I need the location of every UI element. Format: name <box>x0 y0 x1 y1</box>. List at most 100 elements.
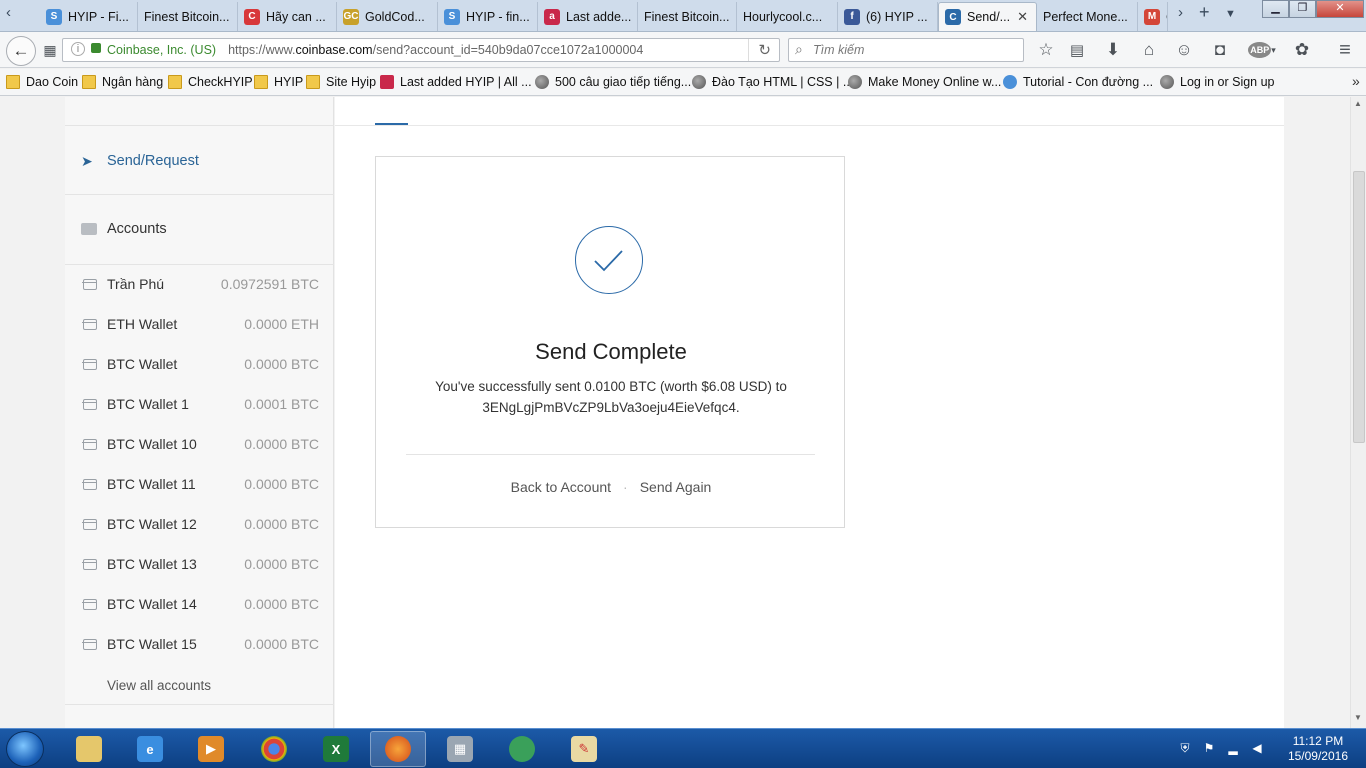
bookmark-item[interactable]: 500 câu giao tiếp tiếng... <box>535 75 691 89</box>
pocket-icon[interactable]: ◘ <box>1208 38 1232 62</box>
bookmark-item[interactable]: Last added HYIP | All ... <box>380 75 532 89</box>
card-divider <box>406 454 815 455</box>
wallet-icon <box>82 598 97 610</box>
wallet-icon <box>82 558 97 570</box>
bookmark-item[interactable]: Dao Coin <box>6 75 78 89</box>
bookmark-item[interactable]: Đào Tạo HTML | CSS | ... <box>692 75 853 89</box>
account-row[interactable]: BTC Wallet 13 0.0000 BTC <box>65 554 334 574</box>
shield-tray-icon[interactable]: ⛨ <box>1178 741 1192 755</box>
reload-icon[interactable]: ↻ <box>758 41 771 59</box>
restore-icon[interactable]: ❐ <box>1289 0 1316 18</box>
bookmark-item[interactable]: Make Money Online w... <box>848 75 1001 89</box>
calculator-taskbar-icon[interactable]: ▦ <box>432 731 488 767</box>
account-row[interactable]: BTC Wallet 11 0.0000 BTC <box>65 474 334 494</box>
all-tabs-chevron-icon[interactable]: ▼ <box>1225 8 1236 20</box>
scrollbar-thumb[interactable] <box>1353 171 1365 443</box>
tab-scroll-right-icon[interactable]: › <box>1178 4 1183 21</box>
bookmark-label: Đào Tạo HTML | CSS | ... <box>712 75 854 89</box>
back-to-account-link[interactable]: Back to Account <box>511 479 611 495</box>
tab-close-icon[interactable]: ✕ <box>1017 9 1028 25</box>
chat-icon[interactable]: ☺ <box>1172 38 1196 62</box>
media-player-taskbar-icon[interactable]: ▶ <box>183 731 239 767</box>
account-balance: 0.0000 BTC <box>244 476 319 492</box>
bookmark-label: Dao Coin <box>26 75 79 89</box>
url-text[interactable]: https://www.coinbase.com/send?account_id… <box>228 43 643 57</box>
bookmark-item[interactable]: HYIP <box>254 75 303 89</box>
browser-tab[interactable]: Perfect Mone... <box>1037 2 1138 31</box>
account-row[interactable]: ETH Wallet 0.0000 ETH <box>65 314 334 334</box>
browser-tab[interactable]: Hourlycool.c... <box>737 2 838 31</box>
browser-tab[interactable]: MC <box>1138 2 1168 31</box>
excel-taskbar-icon[interactable]: X <box>308 731 364 767</box>
account-balance: 0.0000 BTC <box>244 516 319 532</box>
paint-taskbar-icon[interactable]: ✎ <box>556 731 612 767</box>
page-content: ➤ Send/Request Accounts Trần Phú 0.097259… <box>0 97 1350 728</box>
taskbar-clock[interactable]: 11:12 PM 15/09/2016 <box>1288 734 1348 764</box>
browser-tab[interactable]: Finest Bitcoin... <box>138 2 238 31</box>
minimize-icon[interactable]: ▁ <box>1262 0 1289 18</box>
bookmark-item[interactable]: Ngân hàng <box>82 75 163 89</box>
browser-tab-label: (6) HYIP ... <box>866 9 928 24</box>
firefox-taskbar-icon[interactable] <box>370 731 426 767</box>
search-input[interactable]: ⌕ Tìm kiếm <box>788 38 1024 62</box>
browser-tab-label: Last adde... <box>566 9 632 24</box>
browser-tab[interactable]: C Hãy can ... <box>238 2 337 31</box>
page-scrollbar[interactable]: ▲ ▼ <box>1350 97 1366 728</box>
browser-tab[interactable]: a Last adde... <box>538 2 638 31</box>
sidebar-item-send-request[interactable]: ➤ Send/Request <box>65 141 334 181</box>
reading-list-icon[interactable]: ▤ <box>1065 38 1089 62</box>
extension-icon[interactable]: ✿ <box>1290 38 1314 62</box>
address-bar[interactable]: i Coinbase, Inc. (US) https://www.coinba… <box>62 38 780 62</box>
bookmark-star-icon[interactable]: ☆ <box>1034 38 1058 62</box>
start-button[interactable] <box>6 731 44 767</box>
account-row[interactable]: BTC Wallet 1 0.0001 BTC <box>65 394 334 414</box>
volume-tray-icon[interactable]: ◀ <box>1250 741 1264 755</box>
scroll-up-icon[interactable]: ▲ <box>1354 99 1362 108</box>
sidebar-item-accounts[interactable]: Accounts <box>65 207 334 251</box>
new-tab-plus-icon[interactable]: + <box>1199 2 1210 23</box>
browser-tab[interactable]: Finest Bitcoin... <box>638 2 737 31</box>
wallet-icon <box>82 638 97 650</box>
bookmark-item[interactable]: CheckHYIP <box>168 75 253 89</box>
browser-tab-label: C <box>1166 10 1167 24</box>
browser-tab[interactable]: GC GoldCod... <box>337 2 438 31</box>
download-icon[interactable]: ⬇ <box>1101 38 1125 62</box>
window-close-icon[interactable]: ✕ <box>1316 0 1364 18</box>
tab-scroll-left-icon[interactable]: ‹ <box>6 4 11 21</box>
back-arrow-icon[interactable]: ← <box>6 36 36 66</box>
bookmarks-toolbar: Dao Coin Ngân hàng CheckHYIP HYIP Site Hyip L… <box>0 69 1366 96</box>
account-row[interactable]: BTC Wallet 12 0.0000 BTC <box>65 514 334 534</box>
account-row[interactable]: BTC Wallet 0.0000 BTC <box>65 354 334 374</box>
network-tray-icon[interactable]: ▂ <box>1226 741 1240 755</box>
home-icon[interactable]: ⌂ <box>1137 38 1161 62</box>
browser-tab-label: Hãy can ... <box>266 9 326 24</box>
explorer-taskbar-icon[interactable] <box>61 731 117 767</box>
bookmark-item[interactable]: Log in or Sign up <box>1160 75 1275 89</box>
adblock-icon[interactable]: ABP ▾ <box>1246 38 1278 62</box>
chrome-taskbar-icon[interactable] <box>246 731 302 767</box>
account-row[interactable]: BTC Wallet 14 0.0000 BTC <box>65 594 334 614</box>
flag-tray-icon[interactable]: ⚑ <box>1202 741 1216 755</box>
account-name: BTC Wallet 13 <box>107 556 197 572</box>
bookmark-item[interactable]: Tutorial - Con đường ... <box>1003 75 1153 89</box>
browser-tab[interactable]: C Send/... ✕ <box>938 2 1037 31</box>
browser-tab[interactable]: S HYIP - fin... <box>438 2 538 31</box>
account-row[interactable]: Trần Phú 0.0972591 BTC <box>65 274 334 294</box>
account-row[interactable]: BTC Wallet 10 0.0000 BTC <box>65 434 334 454</box>
paper-plane-icon: ➤ <box>81 152 93 169</box>
internet-explorer-taskbar-icon[interactable]: e <box>122 731 178 767</box>
bookmarks-overflow-icon[interactable]: » <box>1352 73 1360 89</box>
menu-hamburger-icon[interactable]: ≡ <box>1333 38 1357 62</box>
security-taskbar-icon[interactable] <box>494 731 550 767</box>
bookmark-item[interactable]: Site Hyip <box>306 75 376 89</box>
send-again-link[interactable]: Send Again <box>640 479 712 495</box>
account-row[interactable]: BTC Wallet 15 0.0000 BTC <box>65 634 334 654</box>
scroll-down-icon[interactable]: ▼ <box>1354 713 1362 722</box>
view-all-accounts-link[interactable]: View all accounts <box>65 675 334 695</box>
browser-tab-label: GoldCod... <box>365 9 425 24</box>
identity-info-icon[interactable]: i <box>71 42 85 56</box>
browser-tab[interactable]: S HYIP - Fi... <box>40 2 138 31</box>
sidebar-divider <box>65 194 334 195</box>
page-info-icon[interactable]: ▦ <box>38 38 62 62</box>
browser-tab[interactable]: f (6) HYIP ... <box>838 2 938 31</box>
